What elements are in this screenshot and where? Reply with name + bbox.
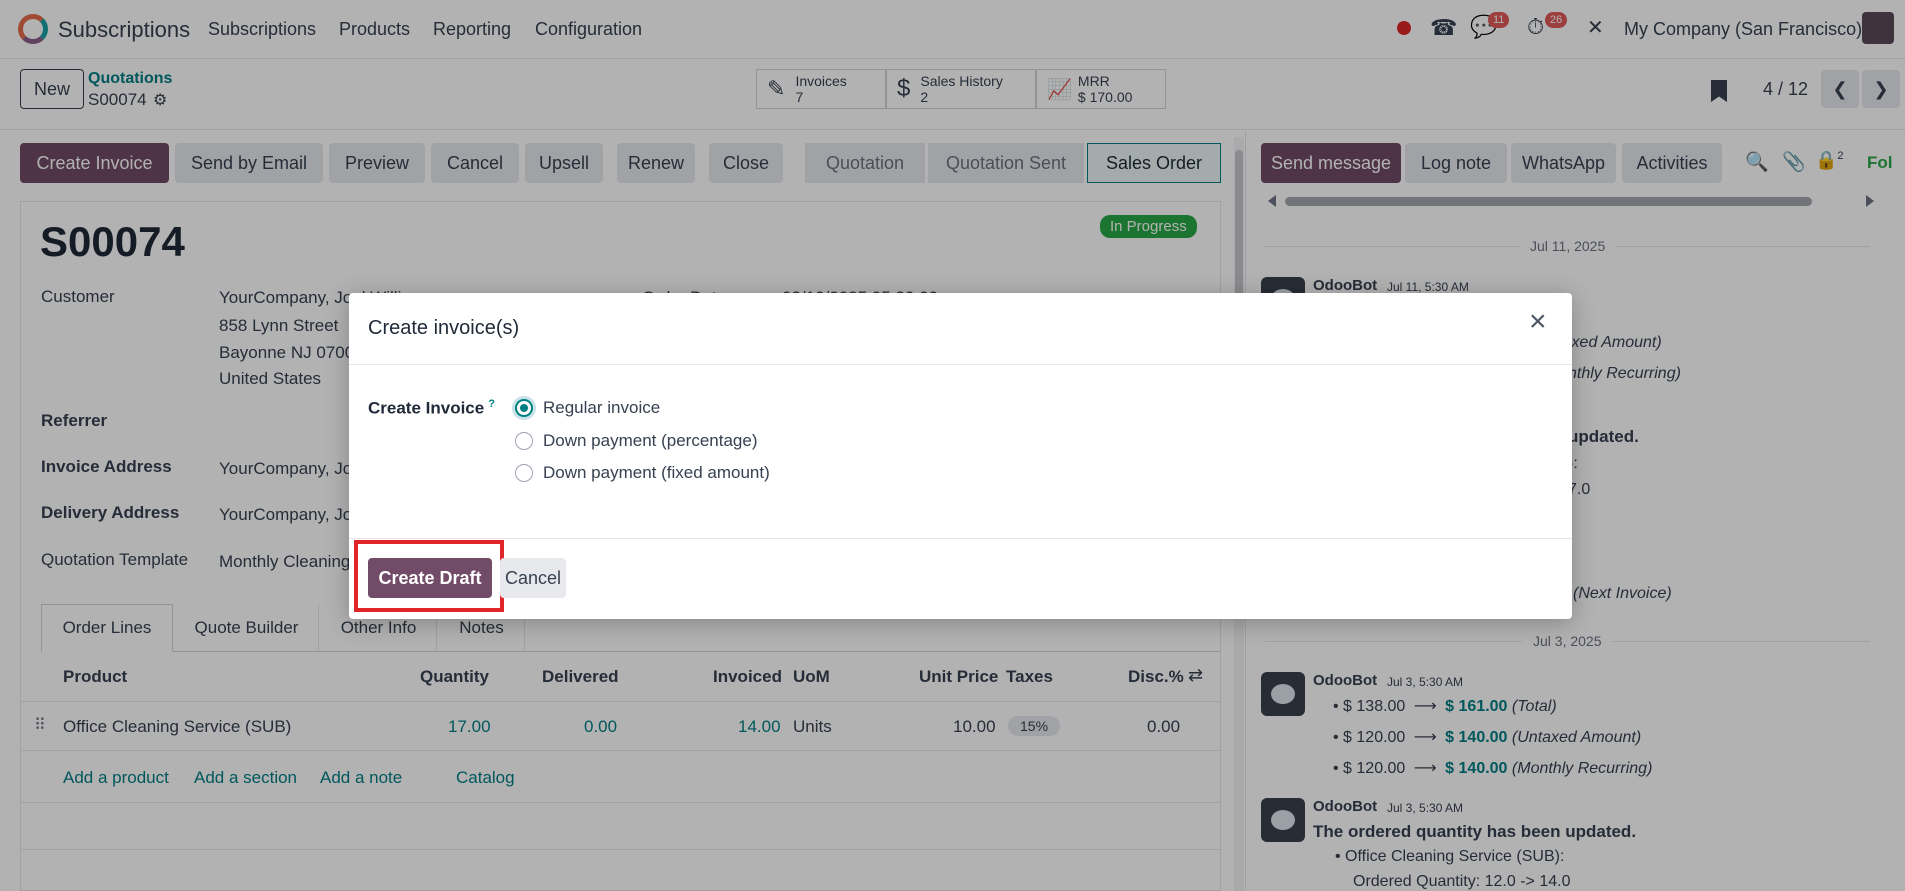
radio-regular-invoice[interactable] (515, 399, 533, 417)
create-draft-button[interactable]: Create Draft (368, 558, 492, 598)
dialog-title: Create invoice(s) (368, 317, 520, 339)
create-invoice-label: Create Invoice? (368, 398, 495, 419)
dialog-cancel-button[interactable]: Cancel (500, 558, 566, 598)
create-invoice-dialog: Create invoice(s) × Create Invoice? Regu… (349, 293, 1572, 619)
radio-label-down-payment-percentage[interactable]: Down payment (percentage) (543, 431, 758, 451)
radio-down-payment-fixed[interactable] (515, 464, 533, 482)
create-invoice-label-text: Create Invoice (368, 398, 485, 418)
help-tooltip-icon[interactable]: ? (488, 398, 495, 410)
close-icon[interactable]: × (1529, 307, 1547, 337)
radio-label-down-payment-fixed[interactable]: Down payment (fixed amount) (543, 463, 770, 483)
dialog-footer: Create Draft Cancel (349, 538, 1572, 619)
radio-down-payment-percentage[interactable] (515, 432, 533, 450)
radio-label-regular-invoice[interactable]: Regular invoice (543, 398, 660, 418)
dialog-header: Create invoice(s) × (349, 293, 1572, 365)
